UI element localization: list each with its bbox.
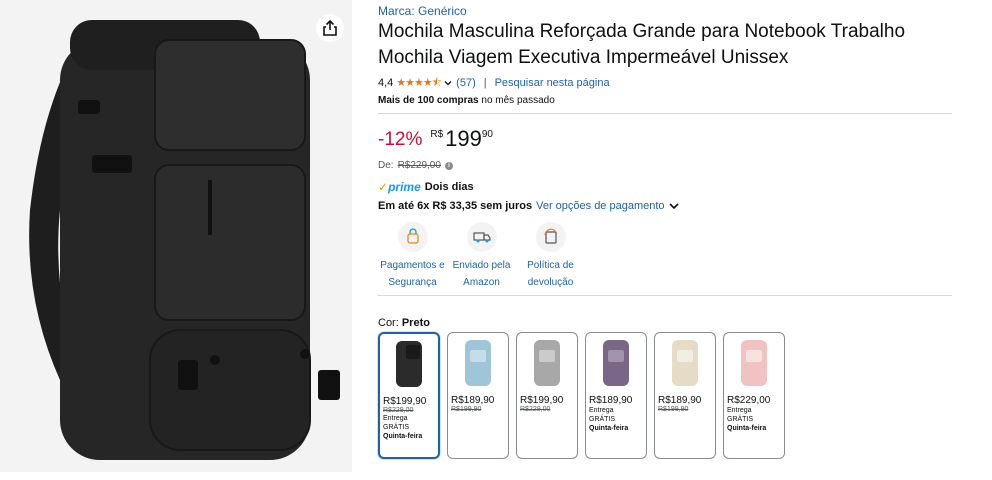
product-info-panel: Marca: Genérico Mochila Masculina Reforç… <box>378 4 952 459</box>
color-label: Cor: Preto <box>378 317 952 329</box>
swatch-delivery-day: Quinta-feira <box>727 425 767 432</box>
badge-label: Segurança <box>388 277 437 288</box>
product-main-image[interactable] <box>0 0 352 472</box>
trust-badges: Pagamentos e Segurança Enviado pela Amazon… <box>378 222 952 291</box>
return-policy-icon <box>535 222 566 252</box>
swatch-delivery: Entrega <box>383 415 408 422</box>
prime-label: prime <box>388 180 421 194</box>
divider <box>378 295 952 296</box>
swatch-price: R$189,90 <box>658 395 702 406</box>
badge-label: devolução <box>527 277 574 288</box>
discount-percent: -12% <box>378 129 423 150</box>
delivery-truck-icon <box>466 222 497 252</box>
search-page-link[interactable]: Pesquisar nesta página <box>495 77 610 89</box>
swatch-delivery: Entrega <box>589 407 614 414</box>
swatch-price: R$229,00 <box>727 395 771 406</box>
prime-delivery: ✓ prime Dois dias <box>378 180 952 194</box>
review-count-link[interactable]: (57) <box>456 77 476 89</box>
product-image-gallery[interactable] <box>0 0 352 472</box>
badge-return-policy[interactable]: Política de devolução <box>516 222 585 291</box>
list-price-label: De: <box>378 160 394 171</box>
product-title: Mochila Masculina Reforçada Grande para … <box>378 21 906 68</box>
selected-color: Preto <box>401 317 430 329</box>
swatch-price: R$199,90 <box>520 395 564 406</box>
prime-days: Dois dias <box>424 181 474 193</box>
color-swatch-bege[interactable]: R$189,90 R$199,90 <box>654 332 716 459</box>
swatch-list-price: R$199,90 <box>658 406 689 413</box>
price-fraction: 90 <box>481 129 493 140</box>
swatch-thumbnail <box>448 333 508 391</box>
swatch-delivery-day: Quinta-feira <box>383 433 423 440</box>
badge-label: Política de <box>527 260 574 271</box>
color-swatches: R$199,90 R$229,00 Entrega GRÁTIS Quinta-… <box>378 332 952 459</box>
chevron-down-icon[interactable] <box>668 201 680 211</box>
brand-link[interactable]: Marca: Genérico <box>378 4 952 18</box>
swatch-thumbnail <box>655 333 715 391</box>
color-swatch-roxo[interactable]: R$189,90 Entrega GRÁTIS Quinta-feira <box>585 332 647 459</box>
badge-label: Pagamentos e <box>380 260 445 271</box>
badge-shipped-by-amazon[interactable]: Enviado pela Amazon <box>447 222 516 291</box>
prime-logo: ✓ prime <box>378 180 421 194</box>
color-swatch-azul[interactable]: R$189,90 R$199,90 <box>447 332 509 459</box>
badge-payment-security[interactable]: Pagamentos e Segurança <box>378 222 447 291</box>
badge-label: Enviado pela <box>452 260 511 271</box>
color-swatch-preto[interactable]: R$199,90 R$229,00 Entrega GRÁTIS Quinta-… <box>378 332 440 459</box>
swatch-delivery: GRÁTIS <box>727 416 754 423</box>
price-currency: R$ <box>430 129 444 140</box>
list-price: De: R$229,00 i <box>378 160 952 171</box>
share-button[interactable] <box>316 14 344 42</box>
swatch-price: R$189,90 <box>451 395 495 406</box>
payment-security-icon <box>397 222 428 252</box>
chevron-down-icon[interactable] <box>443 78 453 88</box>
rating-row: 4,4 ★★★★⯪ (57) | Pesquisar nesta página <box>378 75 952 91</box>
price-whole: 199 <box>445 126 482 151</box>
swatch-thumbnail <box>724 333 784 391</box>
swatch-thumbnail <box>517 333 577 391</box>
swatch-thumbnail <box>586 333 646 391</box>
swatch-price: R$199,90 <box>383 396 427 407</box>
swatch-thumbnail <box>380 334 438 392</box>
color-label-prefix: Cor: <box>378 317 402 329</box>
purchases-suffix: no mês passado <box>478 95 555 106</box>
purchases-count: Mais de 100 compras <box>378 95 479 106</box>
swatch-delivery: Entrega <box>727 407 752 414</box>
installments-row: Em até 6x R$ 33,35 sem juros Ver opções … <box>378 200 952 212</box>
installments-text: Em até 6x R$ 33,35 sem juros <box>378 200 533 212</box>
divider <box>378 113 952 114</box>
payment-options-link[interactable]: Ver opções de pagamento <box>536 200 664 212</box>
info-icon[interactable]: i <box>444 161 453 170</box>
swatch-delivery-day: Quinta-feira <box>589 425 629 432</box>
swatch-list-price: R$199,90 <box>451 406 482 413</box>
swatch-list-price: R$229,00 <box>383 407 414 414</box>
swatch-list-price: R$229,00 <box>520 406 551 413</box>
divider: | <box>483 77 487 89</box>
rating-stars-icon[interactable]: ★★★★⯪ <box>396 74 442 93</box>
checkmark-icon: ✓ <box>378 180 389 194</box>
price-row: -12% R$ 199 90 <box>378 126 952 154</box>
purchases-note: Mais de 100 compras no mês passado <box>378 95 952 106</box>
badge-label: Amazon <box>463 277 500 288</box>
swatch-delivery: GRÁTIS <box>383 424 410 431</box>
swatch-price: R$189,90 <box>589 395 633 406</box>
swatch-delivery: GRÁTIS <box>589 416 616 423</box>
color-swatch-cinza[interactable]: R$199,90 R$229,00 <box>516 332 578 459</box>
color-swatch-rosa[interactable]: R$229,00 Entrega GRÁTIS Quinta-feira <box>723 332 785 459</box>
share-icon <box>323 20 337 36</box>
list-price-value: R$229,00 <box>397 160 441 171</box>
rating-value: 4,4 <box>378 77 394 89</box>
